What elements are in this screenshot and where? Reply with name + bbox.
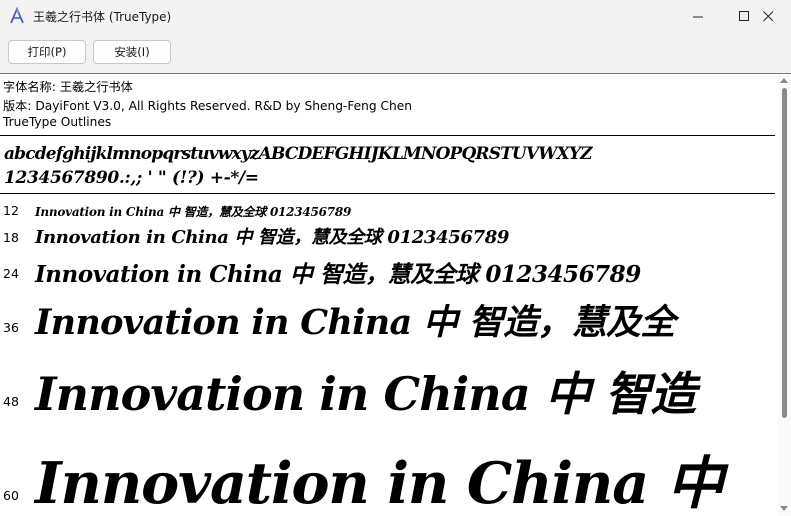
size-label: 36 <box>3 320 19 335</box>
sample-row-60: 60 Innovation in China 中 <box>0 436 778 516</box>
divider <box>0 135 775 136</box>
charset-letters: abcdefghijklmnopqrstuvwxyzABCDEFGHIJKLMN… <box>4 144 593 164</box>
print-button[interactable]: 打印(P) <box>8 40 86 64</box>
title-bar: 王羲之行书体 (TrueType) <box>0 0 791 33</box>
minimize-button[interactable] <box>675 0 721 32</box>
size-label: 48 <box>3 394 19 409</box>
size-label: 12 <box>3 203 19 218</box>
sample-text: Innovation in China 中 智造，慧及全球 0123456789 <box>35 205 352 219</box>
font-version-line: 版本: DayiFont V3.0, All Rights Reserved. … <box>3 99 412 113</box>
font-outline-type: TrueType Outlines <box>3 115 112 129</box>
toolbar: 打印(P) 安装(I) <box>0 33 791 74</box>
sample-row-48: 48 Innovation in China 中 智造 <box>0 356 778 426</box>
sample-text: Innovation in China 中 <box>35 450 724 516</box>
font-file-icon <box>10 7 24 24</box>
window-title: 王羲之行书体 (TrueType) <box>33 10 172 24</box>
font-preview-pane: 字体名称: 王羲之行书体 版本: DayiFont V3.0, All Righ… <box>0 74 778 516</box>
sample-text: Innovation in China 中 智造，慧及全球 0123456789 <box>35 227 510 248</box>
sample-row-36: 36 Innovation in China 中 智造，慧及全 <box>0 292 778 348</box>
install-button[interactable]: 安装(I) <box>93 40 171 64</box>
sample-row-12: 12 Innovation in China 中 智造，慧及全球 0123456… <box>0 200 778 220</box>
divider <box>0 193 775 194</box>
size-label: 60 <box>3 488 19 503</box>
close-button[interactable] <box>745 0 791 32</box>
size-label: 24 <box>3 266 19 281</box>
font-name-line: 字体名称: 王羲之行书体 <box>3 80 133 94</box>
close-icon <box>762 10 773 21</box>
sample-text: Innovation in China 中 智造 <box>35 367 696 421</box>
charset-digits-symbols: 1234567890.:,; ' " (!?) +-*/= <box>4 168 259 188</box>
scroll-thumb[interactable] <box>782 88 787 418</box>
vertical-scrollbar[interactable] <box>778 74 791 516</box>
size-label: 18 <box>3 230 19 245</box>
chevron-up-icon[interactable] <box>780 78 788 83</box>
sample-row-18: 18 Innovation in China 中 智造，慧及全球 0123456… <box>0 222 778 250</box>
chevron-down-icon[interactable] <box>780 506 788 511</box>
sample-text: Innovation in China 中 智造，慧及全球 0123456789 <box>35 261 641 288</box>
minimize-icon <box>692 16 703 17</box>
sample-text: Innovation in China 中 智造，慧及全 <box>35 302 675 343</box>
sample-row-24: 24 Innovation in China 中 智造，慧及全球 0123456… <box>0 253 778 289</box>
